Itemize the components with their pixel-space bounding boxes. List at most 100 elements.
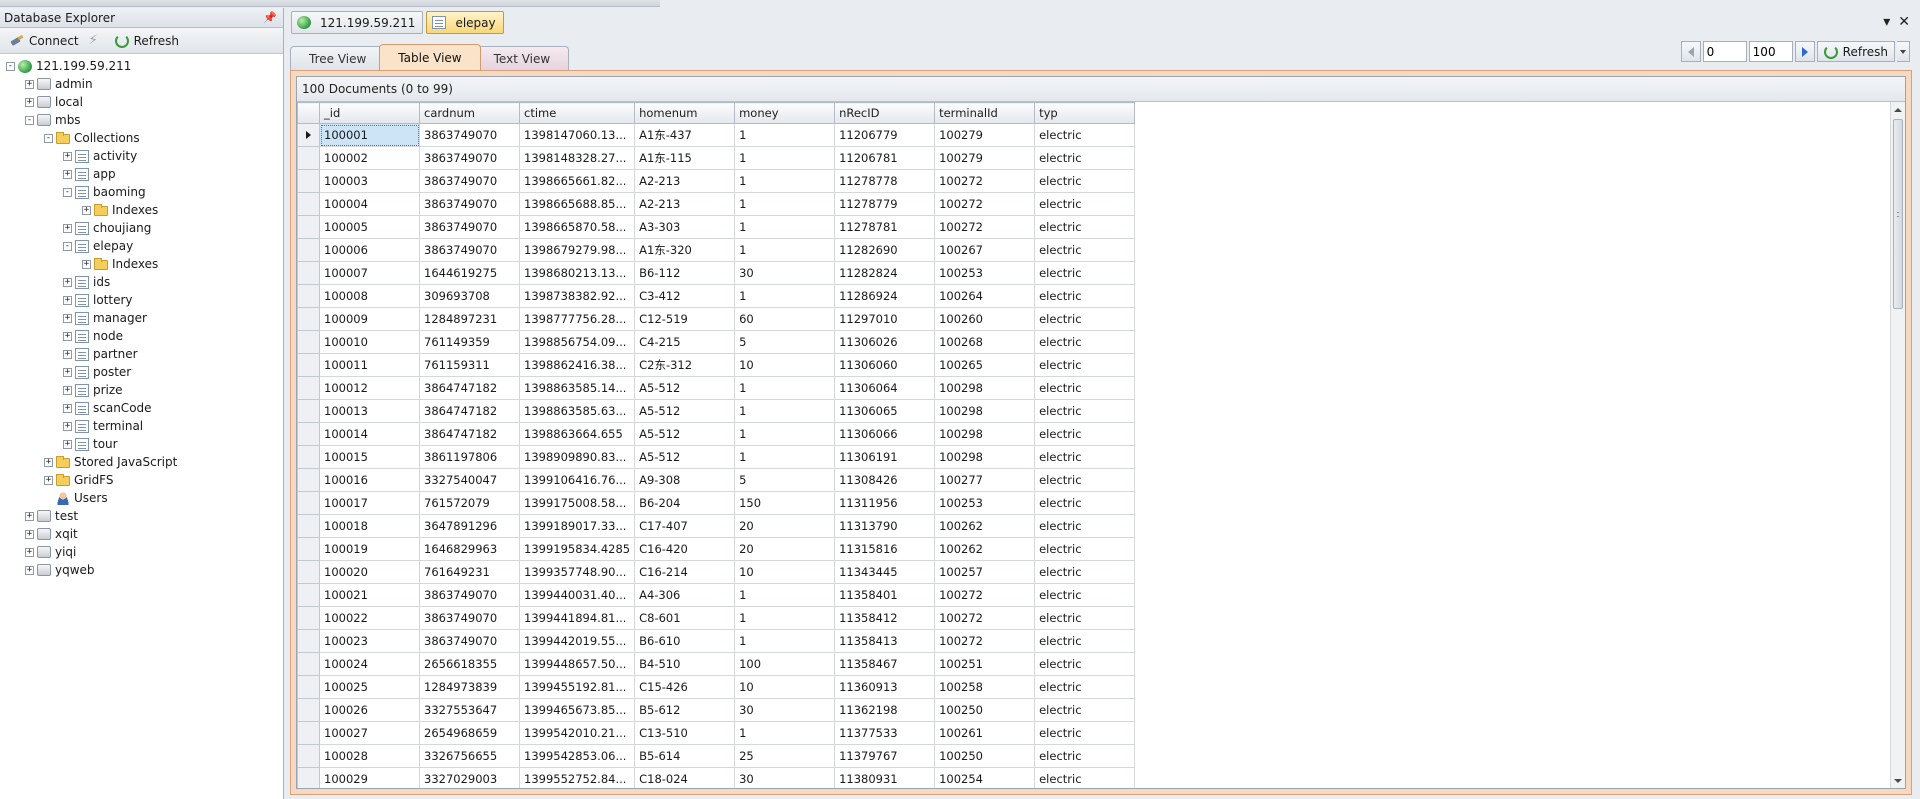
table-row[interactable]: 100009 1284897231 1398777756.28... C12-519 6…	[297, 307, 1136, 331]
row-selector[interactable]	[297, 169, 320, 193]
table-cell[interactable]: 1398738382.92...	[518, 284, 636, 308]
doc-tab-elepay[interactable]: elepay	[426, 11, 504, 34]
table-cell[interactable]: 100001	[319, 123, 420, 147]
table-cell[interactable]: 100011	[319, 353, 420, 377]
expand-icon[interactable]: +	[63, 349, 72, 359]
table-cell[interactable]: 100012	[319, 376, 420, 400]
table-cell[interactable]: 100298	[934, 422, 1036, 446]
table-cell[interactable]: 1	[734, 284, 836, 308]
table-row[interactable]: 100004 3863749070 1398665688.85... A2-213 1 1…	[297, 192, 1136, 216]
explorer-refresh-button[interactable]: Refresh	[109, 31, 185, 51]
table-cell[interactable]: C16-214	[634, 560, 736, 584]
table-cell[interactable]: 3863749070	[419, 629, 520, 653]
table-cell[interactable]: 1399465673.85...	[518, 698, 636, 722]
table-cell[interactable]: electric	[1034, 422, 1136, 446]
table-row[interactable]: 100027 2654968659 1399542010.21... C13-510 1…	[297, 721, 1136, 745]
table-cell[interactable]: 1399175008.58...	[518, 491, 636, 515]
table-cell[interactable]: 1398147060.13...	[518, 123, 636, 147]
table-cell[interactable]: 1	[734, 192, 836, 216]
table-cell[interactable]: 10	[734, 560, 836, 584]
table-cell[interactable]: B6-204	[634, 491, 736, 515]
table-cell[interactable]: 100265	[934, 353, 1036, 377]
pin-icon[interactable]: 📌	[263, 11, 277, 24]
row-selector[interactable]	[297, 537, 320, 561]
table-cell[interactable]: 100264	[934, 284, 1036, 308]
doc-tab-server[interactable]: 121.199.59.211	[291, 11, 424, 34]
table-row[interactable]: 100008 309693708 1398738382.92... C3-412 1 11…	[297, 284, 1136, 308]
expand-icon[interactable]: +	[63, 385, 72, 395]
table-cell[interactable]: 10	[734, 675, 836, 699]
table-cell[interactable]: 20	[734, 514, 836, 538]
table-row[interactable]: 100025 1284973839 1399455192.81... C15-426 1…	[297, 675, 1136, 699]
table-cell[interactable]: 1644619275	[419, 261, 520, 285]
next-page-button[interactable]	[1794, 41, 1815, 62]
expand-icon[interactable]: +	[63, 295, 72, 305]
table-cell[interactable]: 11278778	[834, 169, 936, 193]
table-cell[interactable]: 100250	[934, 698, 1036, 722]
table-cell[interactable]: 5	[734, 468, 836, 492]
expand-icon[interactable]: +	[82, 259, 91, 269]
table-cell[interactable]: 100257	[934, 560, 1036, 584]
table-row[interactable]: 100021 3863749070 1399440031.40... A4-306 1 1…	[297, 583, 1136, 607]
table-cell[interactable]: 11362198	[834, 698, 936, 722]
scroll-up-button[interactable]	[1891, 102, 1905, 117]
scroll-down-button[interactable]	[1891, 773, 1905, 788]
table-row[interactable]: 100026 3327553647 1399465673.85... B5-612 30…	[297, 698, 1136, 722]
table-cell[interactable]: 11306191	[834, 445, 936, 469]
table-cell[interactable]: 11379767	[834, 744, 936, 768]
row-selector[interactable]	[297, 767, 320, 788]
expand-icon[interactable]: +	[63, 421, 72, 431]
table-row[interactable]: 100019 1646829963 1399195834.4285 C16-420 20…	[297, 537, 1136, 561]
table-cell[interactable]: 3326756655	[419, 744, 520, 768]
expand-icon[interactable]: +	[82, 205, 91, 215]
column-header[interactable]: ctime	[518, 102, 636, 124]
table-cell[interactable]: A1东-115	[634, 146, 736, 170]
table-cell[interactable]: 1399441894.81...	[518, 606, 636, 630]
table-cell[interactable]: 100277	[934, 468, 1036, 492]
tree-node[interactable]: + node	[6, 327, 283, 345]
row-selector[interactable]	[297, 146, 320, 170]
row-selector[interactable]	[297, 422, 320, 446]
table-cell[interactable]: 1398863585.14...	[518, 376, 636, 400]
table-cell[interactable]: 1399195834.4285	[518, 537, 636, 561]
table-row[interactable]: 100018 3647891296 1399189017.33... C17-407 2…	[297, 514, 1136, 538]
tree-node[interactable]: - Collections	[6, 129, 283, 147]
table-cell[interactable]: 3863749070	[419, 146, 520, 170]
table-cell[interactable]: 1398665870.58...	[518, 215, 636, 239]
tree-node[interactable]: + xqit	[6, 525, 283, 543]
tree-node[interactable]: + app	[6, 165, 283, 183]
table-cell[interactable]: 3327540047	[419, 468, 520, 492]
table-cell[interactable]: 100004	[319, 192, 420, 216]
table-cell[interactable]: 3861197806	[419, 445, 520, 469]
table-cell[interactable]: 25	[734, 744, 836, 768]
table-cell[interactable]: A4-306	[634, 583, 736, 607]
table-cell[interactable]: 1398909890.83...	[518, 445, 636, 469]
table-row[interactable]: 100014 3864747182 1398863664.655 A5-512 1 113…	[297, 422, 1136, 446]
table-cell[interactable]: 11311956	[834, 491, 936, 515]
table-cell[interactable]: 1	[734, 721, 836, 745]
table-cell[interactable]: 100262	[934, 514, 1036, 538]
table-cell[interactable]: A1东-320	[634, 238, 736, 262]
table-cell[interactable]: 100026	[319, 698, 420, 722]
table-cell[interactable]: electric	[1034, 652, 1136, 676]
table-cell[interactable]: 100250	[934, 744, 1036, 768]
table-row[interactable]: 100001 3863749070 1398147060.13... A1东-437 1…	[297, 123, 1136, 147]
tree-node[interactable]: + Stored JavaScript	[6, 453, 283, 471]
expand-icon[interactable]: +	[25, 79, 34, 89]
table-cell[interactable]: 11358412	[834, 606, 936, 630]
expand-icon[interactable]: +	[63, 403, 72, 413]
table-cell[interactable]: electric	[1034, 353, 1136, 377]
table-cell[interactable]: 100007	[319, 261, 420, 285]
table-cell[interactable]: 2656618355	[419, 652, 520, 676]
table-row[interactable]: 100016 3327540047 1399106416.76... A9-308 5 1…	[297, 468, 1136, 492]
table-cell[interactable]: 100	[734, 652, 836, 676]
table-row[interactable]: 100013 3864747182 1398863585.63... A5-512 1 1…	[297, 399, 1136, 423]
table-cell[interactable]: electric	[1034, 606, 1136, 630]
tree-node[interactable]: + manager	[6, 309, 283, 327]
table-cell[interactable]: A2-213	[634, 192, 736, 216]
table-cell[interactable]: 1399448657.50...	[518, 652, 636, 676]
table-cell[interactable]: C16-420	[634, 537, 736, 561]
table-cell[interactable]: electric	[1034, 491, 1136, 515]
expand-icon[interactable]: +	[63, 277, 72, 287]
table-cell[interactable]: 100027	[319, 721, 420, 745]
